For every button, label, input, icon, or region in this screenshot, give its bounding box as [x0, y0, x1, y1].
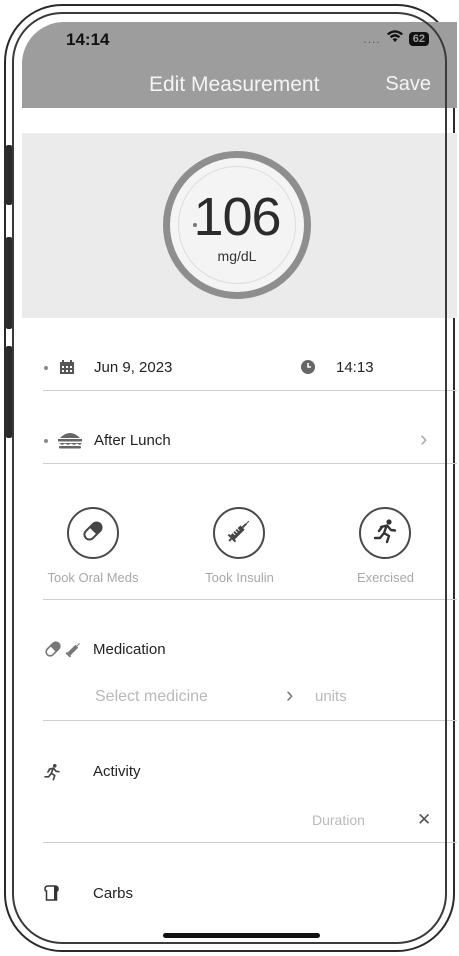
phone-frame: 14:14 .... 62 Edit Measurement Save 106 …: [0, 0, 459, 956]
device-inner-bezel: [12, 12, 447, 944]
